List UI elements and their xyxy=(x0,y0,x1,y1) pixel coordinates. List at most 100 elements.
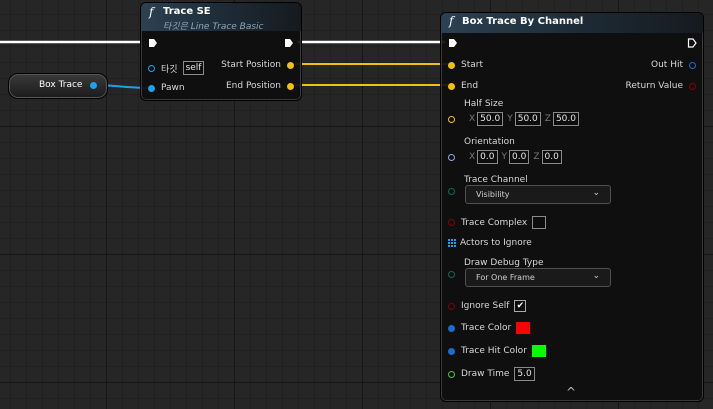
box-trace-header: f Box Trace By Channel xyxy=(441,13,703,33)
trace-channel-pin[interactable] xyxy=(448,188,455,195)
draw-debug-type-pin[interactable] xyxy=(448,271,455,278)
trace-se-exec-in-row xyxy=(148,38,158,48)
ignore-self-row: Ignore Self ✔ xyxy=(448,300,527,312)
start-label: Start xyxy=(461,60,483,70)
start-position-pin[interactable] xyxy=(287,61,294,69)
box-trace-by-channel-node[interactable]: f Box Trace By Channel Start Out Hit End… xyxy=(440,12,704,402)
orientation-pin[interactable] xyxy=(448,153,455,161)
end-position-row: End Position xyxy=(226,81,294,91)
return-value-pin[interactable] xyxy=(689,82,696,90)
end-position-pin[interactable] xyxy=(287,82,294,90)
grid-icon[interactable] xyxy=(448,239,456,247)
half-size-x-field[interactable]: 50.0 xyxy=(477,112,504,126)
array-pin-grid xyxy=(448,239,456,247)
box-trace-variable-label: Box Trace xyxy=(39,80,83,90)
function-icon: f xyxy=(149,5,154,19)
orientation-row: X 0.0 Y 0.0 Z 0.0 xyxy=(448,150,562,164)
trace-channel-label-row: Trace Channel xyxy=(464,175,528,185)
out-hit-label: Out Hit xyxy=(651,60,683,70)
orientation-z-field[interactable]: 0.0 xyxy=(541,150,562,164)
half-size-x-axis: X xyxy=(469,114,476,124)
target-self-field[interactable]: self xyxy=(182,61,205,75)
orientation-y-axis: Y xyxy=(501,152,508,162)
actors-to-ignore-row: Actors to Ignore xyxy=(448,238,532,248)
chevron-down-icon: ⌄ xyxy=(592,271,600,281)
orientation-y-field[interactable]: 0.0 xyxy=(509,150,530,164)
trace-se-header: f Trace SE 타깃은 Line Trace Basic xyxy=(141,3,301,32)
box-trace-exec-in-row xyxy=(448,38,458,48)
trace-complex-pin[interactable] xyxy=(448,219,455,226)
chevron-down-icon: ⌄ xyxy=(592,188,600,198)
end-row: End xyxy=(448,81,478,91)
target-pin[interactable] xyxy=(148,64,155,72)
start-position-label: Start Position xyxy=(221,60,281,70)
exec-out-pin[interactable] xyxy=(687,38,697,48)
trace-complex-row: Trace Complex xyxy=(448,216,547,229)
trace-channel-dropdown[interactable]: Visibility ⌄ xyxy=(465,185,611,204)
half-size-z-field[interactable]: 50.0 xyxy=(552,112,579,126)
ignore-self-pin[interactable] xyxy=(448,302,455,310)
trace-channel-label: Trace Channel xyxy=(464,175,528,185)
trace-complex-label: Trace Complex xyxy=(461,217,528,228)
trace-se-node[interactable]: f Trace SE 타깃은 Line Trace Basic 타깃 self … xyxy=(140,2,302,101)
trace-se-target-row: 타깃 self xyxy=(148,61,205,75)
out-hit-row: Out Hit xyxy=(651,60,696,70)
half-size-pin[interactable] xyxy=(448,115,455,123)
trace-se-exec-out-row xyxy=(284,38,294,48)
actors-to-ignore-label: Actors to Ignore xyxy=(460,238,532,248)
out-hit-pin[interactable] xyxy=(689,61,696,69)
return-value-label: Return Value xyxy=(625,81,683,91)
half-size-y-axis: Y xyxy=(507,114,513,124)
draw-debug-type-dropdown[interactable]: For One Frame ⌄ xyxy=(465,268,611,287)
trace-color-pin[interactable] xyxy=(448,324,455,332)
half-size-row: X 50.0 Y 50.0 Z 50.0 xyxy=(448,112,579,126)
orientation-x-field[interactable]: 0.0 xyxy=(477,150,498,164)
trace-color-label: Trace Color xyxy=(461,323,512,333)
trace-channel-pin-row xyxy=(448,188,455,195)
orientation-label-row: Orientation xyxy=(464,137,515,147)
end-position-label: End Position xyxy=(225,81,281,91)
pawn-pin[interactable] xyxy=(148,84,155,92)
trace-hit-color-pin[interactable] xyxy=(448,347,455,355)
trace-hit-color-swatch[interactable] xyxy=(531,345,546,357)
trace-color-swatch[interactable] xyxy=(516,322,531,334)
trace-hit-color-label: Trace Hit Color xyxy=(461,346,527,356)
draw-debug-type-value: For One Frame xyxy=(476,273,535,282)
exec-in-pin[interactable] xyxy=(448,38,458,48)
ignore-self-checkbox[interactable]: ✔ xyxy=(514,300,527,312)
half-size-z-axis: Z xyxy=(544,114,551,124)
trace-channel-value: Visibility xyxy=(476,190,510,199)
trace-color-row: Trace Color xyxy=(448,322,531,334)
draw-time-field[interactable]: 5.0 xyxy=(514,367,535,381)
start-position-row: Start Position xyxy=(221,60,294,70)
box-trace-exec-out-row xyxy=(687,38,697,48)
draw-time-label: Draw Time xyxy=(461,369,510,379)
exec-in-pin[interactable] xyxy=(148,38,158,48)
box-trace-title: Box Trace By Channel xyxy=(462,16,584,27)
draw-time-pin[interactable] xyxy=(448,370,455,378)
trace-se-title: Trace SE xyxy=(163,6,211,17)
expand-caret-icon[interactable]: ^ xyxy=(566,385,576,399)
draw-debug-type-label: Draw Debug Type xyxy=(464,258,544,268)
start-row: Start xyxy=(448,60,483,70)
end-pin[interactable] xyxy=(448,82,455,90)
exec-out-pin[interactable] xyxy=(284,38,294,48)
box-trace-output-pin[interactable] xyxy=(90,82,97,89)
start-pin[interactable] xyxy=(448,61,455,69)
trace-hit-color-row: Trace Hit Color xyxy=(448,345,546,357)
box-trace-variable-node[interactable]: Box Trace xyxy=(8,73,108,99)
target-label: 타깃 xyxy=(161,64,178,75)
return-value-row: Return Value xyxy=(626,81,696,91)
trace-se-pawn-row: Pawn xyxy=(148,83,185,93)
draw-debug-type-label-row: Draw Debug Type xyxy=(464,258,544,268)
orientation-label: Orientation xyxy=(464,137,515,147)
end-label: End xyxy=(461,81,479,91)
draw-debug-type-pin-row xyxy=(448,271,455,278)
half-size-y-field[interactable]: 50.0 xyxy=(514,112,541,126)
half-size-label: Half Size xyxy=(464,99,504,109)
orientation-x-axis: X xyxy=(469,152,476,162)
pawn-label: Pawn xyxy=(161,83,185,93)
trace-complex-checkbox[interactable] xyxy=(532,216,547,229)
draw-time-row: Draw Time 5.0 xyxy=(448,367,535,381)
function-icon: f xyxy=(449,14,454,28)
